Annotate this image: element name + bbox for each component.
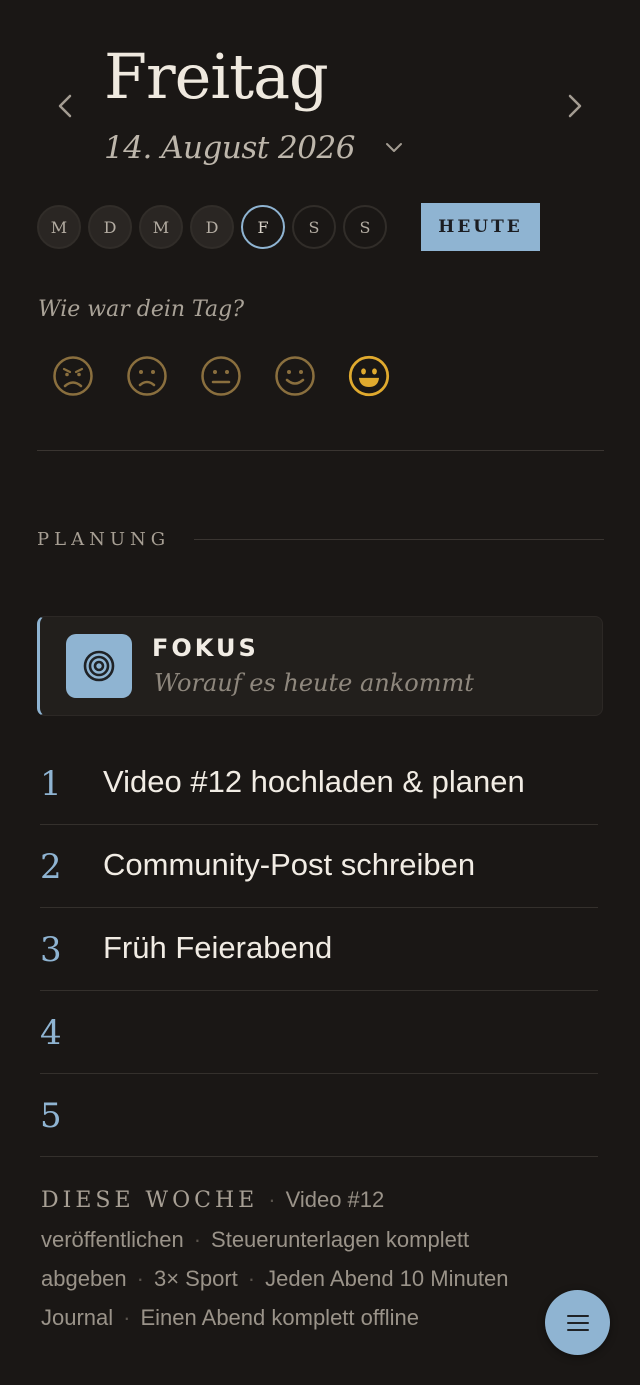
mood-happy-button[interactable] (274, 353, 316, 399)
task-number: 2 (40, 847, 62, 887)
chevron-down-icon[interactable] (383, 137, 405, 159)
focus-subtitle: Worauf es heute ankommt (154, 669, 474, 697)
task-number: 5 (40, 1096, 62, 1136)
planning-label: PLANUNG (37, 529, 171, 550)
previous-day-button[interactable] (52, 92, 80, 120)
separator: · (123, 1305, 131, 1330)
mood-selector (52, 353, 390, 399)
week-label: DIESE WOCHE (41, 1188, 259, 1213)
date-label: 14. August 2026 (104, 130, 355, 166)
neutral-face-icon (201, 356, 241, 396)
mood-neutral-button[interactable] (200, 353, 242, 399)
focus-icon-tile (66, 634, 132, 698)
weekday-saturday[interactable]: S (292, 205, 336, 249)
smile-face-icon (275, 356, 315, 396)
task-row[interactable]: 5 (40, 1074, 598, 1157)
today-button[interactable]: HEUTE (421, 203, 540, 251)
mood-very-happy-button[interactable] (348, 353, 390, 399)
task-text[interactable]: Früh Feierabend (103, 930, 332, 966)
weekday-thursday[interactable]: D (190, 205, 234, 249)
angry-face-icon (53, 356, 93, 396)
task-row[interactable]: 4 (40, 991, 598, 1074)
task-number: 3 (40, 930, 62, 970)
weekday-wednesday[interactable]: M (139, 205, 183, 249)
chevron-left-icon (58, 94, 72, 118)
separator: · (247, 1266, 256, 1291)
task-row[interactable]: 1 Video #12 hochladen & planen (40, 742, 598, 825)
weekday-friday[interactable]: F (241, 205, 285, 249)
weekday-tuesday[interactable]: D (88, 205, 132, 249)
separator: · (136, 1266, 144, 1291)
planning-section-header: PLANUNG (37, 529, 604, 550)
task-number: 4 (40, 1013, 62, 1053)
task-list: 1 Video #12 hochladen & planen 2 Communi… (40, 742, 598, 1157)
weekday-monday[interactable]: M (37, 205, 81, 249)
next-day-button[interactable] (560, 92, 588, 120)
weekday-selector: M D M D F S S (37, 205, 387, 249)
section-divider (194, 539, 604, 540)
task-number: 1 (40, 764, 62, 804)
task-text[interactable]: Community-Post schreiben (103, 847, 475, 883)
focus-card[interactable]: FOKUS Worauf es heute ankommt (37, 616, 603, 716)
menu-button[interactable] (545, 1290, 610, 1355)
date-picker[interactable]: 14. August 2026 (104, 130, 405, 166)
separator: · (193, 1227, 202, 1252)
grin-face-icon (348, 355, 390, 397)
weekday-sunday[interactable]: S (343, 205, 387, 249)
menu-icon (566, 1314, 589, 1331)
divider (37, 450, 604, 451)
focus-title: FOKUS (152, 634, 259, 662)
mood-angry-button[interactable] (52, 353, 94, 399)
target-icon (83, 650, 115, 682)
task-text[interactable]: Video #12 hochladen & planen (103, 764, 525, 800)
week-goal: 3× Sport (153, 1266, 238, 1291)
mood-sad-button[interactable] (126, 353, 168, 399)
chevron-right-icon (568, 94, 582, 118)
separator: · (268, 1187, 276, 1212)
week-goal: Einen Abend komplett offline (140, 1305, 419, 1330)
sad-face-icon (127, 356, 167, 396)
day-title: Freitag (104, 40, 329, 113)
weekly-goals: DIESE WOCHE · Video #12 veröffentlichen · St… (41, 1180, 521, 1337)
task-row[interactable]: 2 Community-Post schreiben (40, 825, 598, 908)
mood-question: Wie war dein Tag? (38, 297, 244, 322)
task-row[interactable]: 3 Früh Feierabend (40, 908, 598, 991)
